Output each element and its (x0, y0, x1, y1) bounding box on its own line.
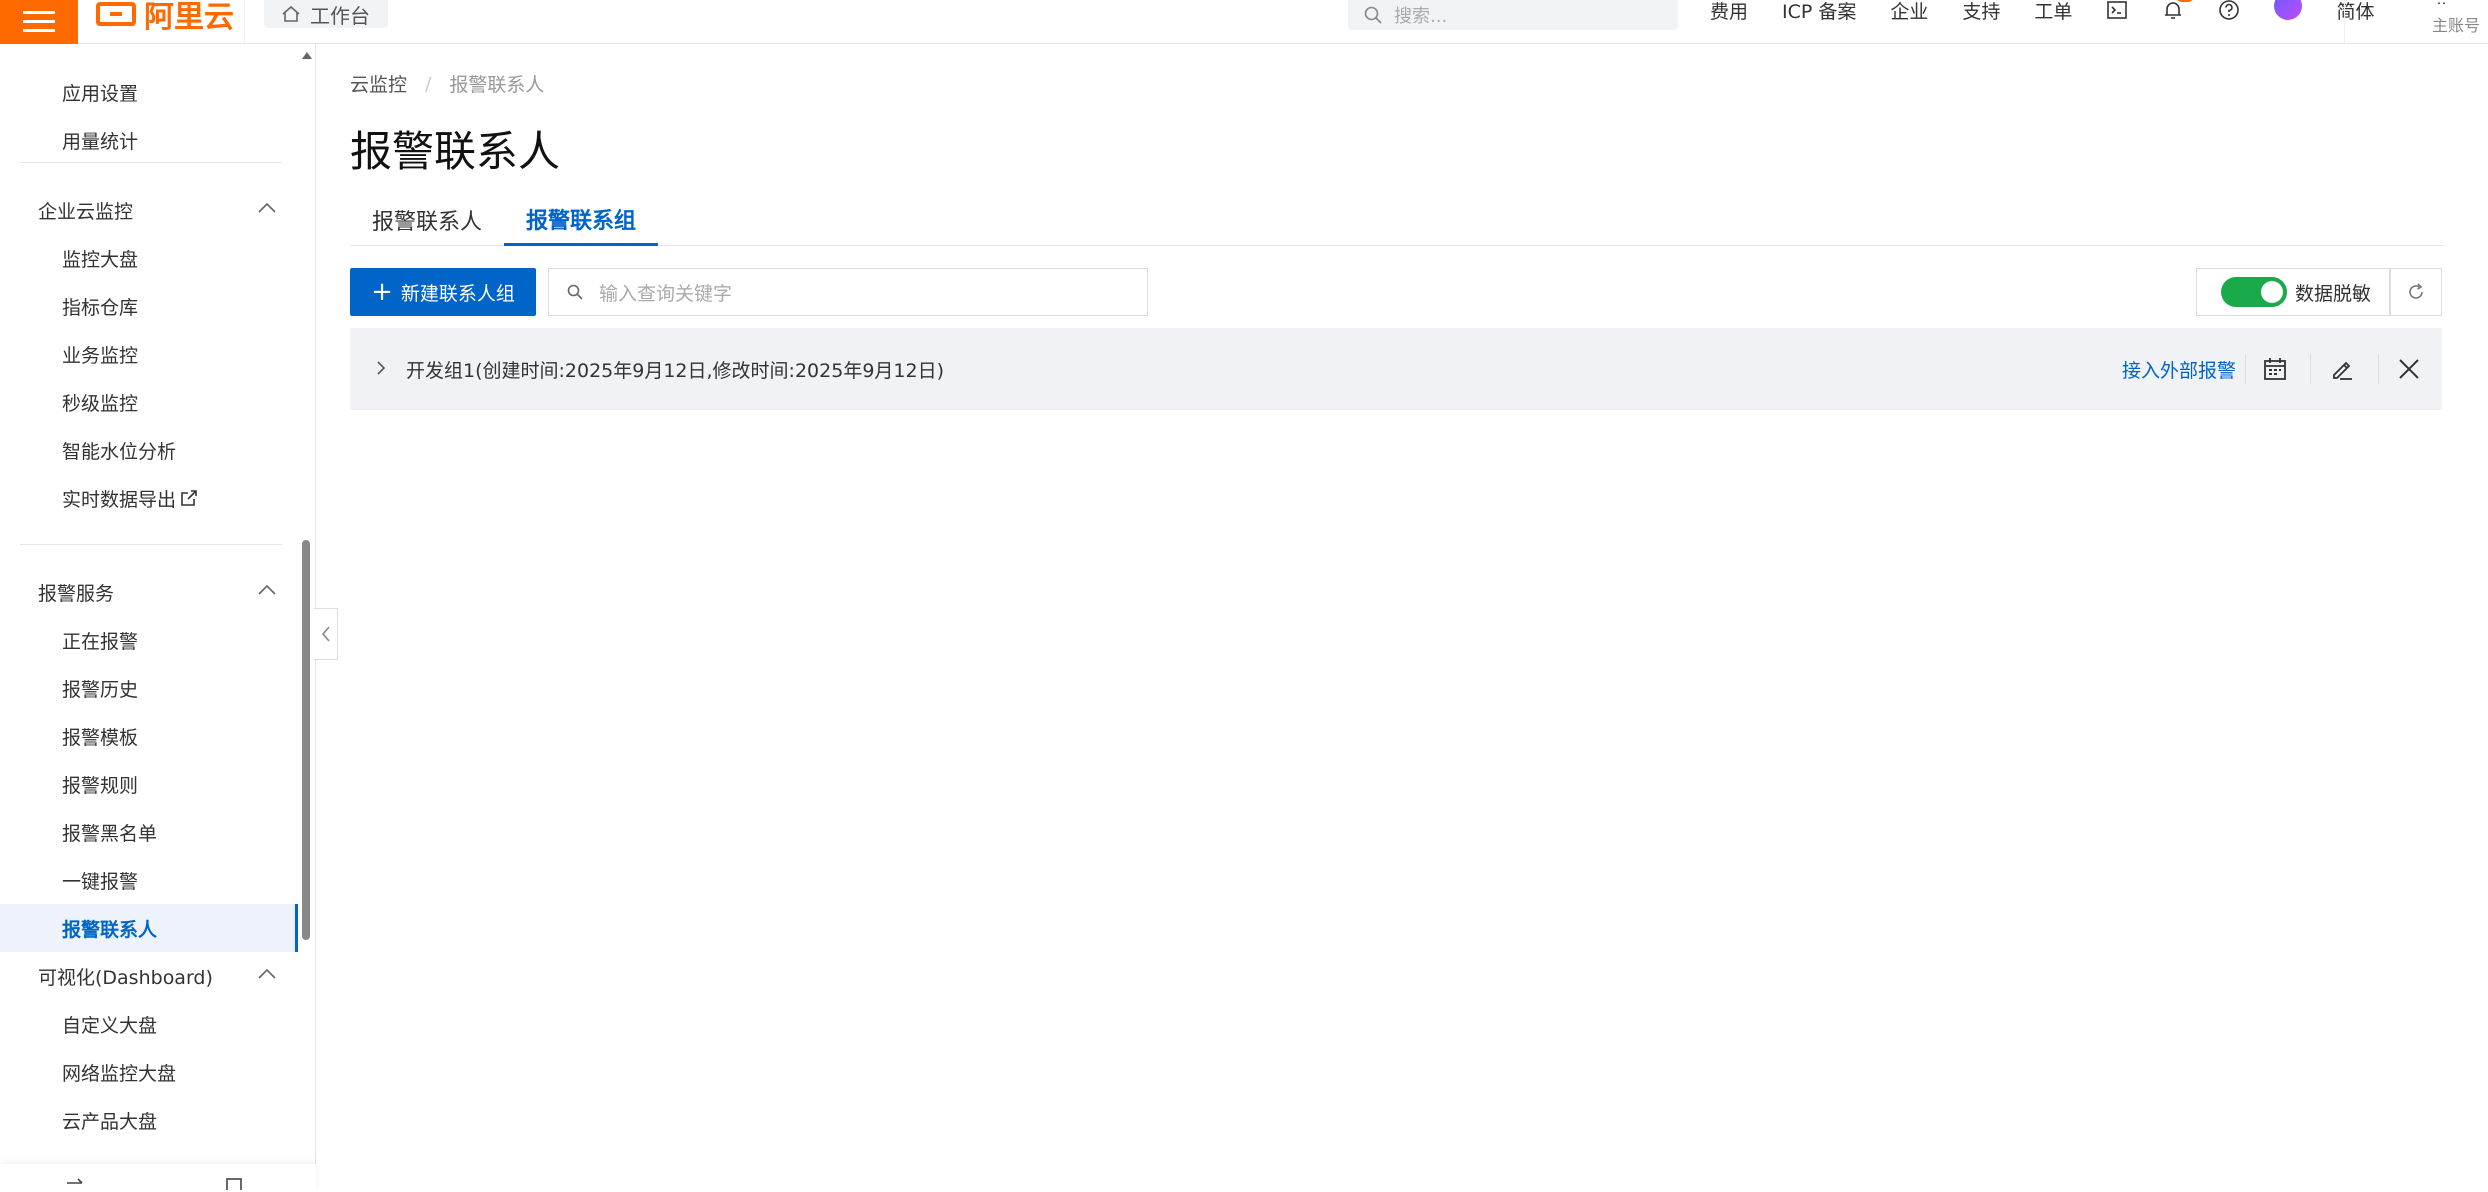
contact-group-title: 开发组1(创建时间:2025年9月12日,修改时间:2025年9月12日) (406, 359, 944, 382)
sidebar-item-second-monitor[interactable]: 秒级监控 (0, 378, 298, 426)
query-placeholder: 输入查询关键字 (599, 282, 733, 305)
sidebar-item-realtime-export[interactable]: 实时数据导出 (0, 474, 298, 522)
calendar-icon[interactable] (2260, 354, 2290, 384)
breadcrumb-separator: / (425, 72, 432, 95)
nav-icp[interactable]: ICP 备案 (1782, 0, 1856, 24)
sidebar-group-alert-service[interactable]: 报警服务 (0, 568, 298, 616)
row-divider (2378, 354, 2379, 384)
sidebar-item-custom-dashboard[interactable]: 自定义大盘 (0, 1000, 298, 1048)
notification-badge (2176, 0, 2195, 2)
sidebar-item-alert-blacklist[interactable]: 报警黑名单 (0, 808, 298, 856)
sidebar-bottom-bar (0, 1164, 316, 1192)
ai-assistant-avatar[interactable] (2274, 0, 2303, 20)
search-icon (1364, 6, 1382, 24)
logo-text: 阿里云 (144, 0, 234, 35)
plus-icon: + (371, 277, 393, 307)
chevron-up-icon (258, 968, 276, 979)
sidebar-group-label: 可视化(Dashboard) (38, 966, 213, 989)
terminal-icon[interactable] (2106, 0, 2128, 20)
sidebar-item-cloud-product-dashboard[interactable]: 云产品大盘 (0, 1096, 298, 1144)
tab-alert-contact-groups[interactable]: 报警联系组 (504, 194, 658, 246)
sidebar-item-metric-warehouse[interactable]: 指标仓库 (0, 282, 298, 330)
account-divider (2344, 0, 2345, 44)
sidebar-group-label: 报警服务 (38, 582, 115, 605)
data-mask-label: 数据脱敏 (2295, 282, 2372, 305)
refresh-icon (2409, 283, 2423, 299)
sidebar-item-alert-templates[interactable]: 报警模板 (0, 712, 298, 760)
sidebar-item-one-click-alert[interactable]: 一键报警 (0, 856, 298, 904)
sidebar-group-label: 企业云监控 (38, 200, 134, 223)
sidebar-item-alert-contacts[interactable]: 报警联系人 (0, 904, 298, 952)
breadcrumb-cloud-monitor[interactable]: 云监控 (350, 70, 407, 97)
breadcrumb: 云监控 / 报警联系人 (350, 70, 544, 97)
home-icon (282, 6, 300, 22)
breadcrumb-current: 报警联系人 (449, 74, 545, 96)
chevron-up-icon (258, 584, 276, 595)
logo-mark-icon (96, 2, 136, 26)
new-contact-group-label: 新建联系人组 (400, 282, 515, 305)
sidebar-item-active-alerts[interactable]: 正在报警 (0, 616, 298, 664)
sidebar-scroll-area: 应用设置 用量统计 企业云监控 监控大盘 指标仓库 业务监控 秒级监控 智能水位… (0, 44, 300, 1164)
arrow-right-icon[interactable] (66, 1178, 84, 1188)
top-bar: 阿里云 工作台 搜索... 费用 ICP 备案 企业 支持 工单 简体 aliy… (0, 0, 2488, 44)
new-contact-group-button[interactable]: + 新建联系人组 (350, 268, 536, 316)
row-divider (2310, 354, 2311, 384)
chevron-right-icon[interactable] (376, 360, 386, 376)
language-switch[interactable]: 简体 (2336, 0, 2374, 24)
sidebar-collapse-button[interactable] (314, 608, 338, 660)
search-icon (567, 284, 583, 300)
sidebar-divider (20, 544, 282, 545)
data-mask-toggle[interactable] (2221, 277, 2287, 307)
workbench-button[interactable]: 工作台 (264, 0, 388, 28)
sidebar-item-network-dashboard[interactable]: 网络监控大盘 (0, 1048, 298, 1096)
sidebar-group-dashboard[interactable]: 可视化(Dashboard) (0, 952, 298, 1000)
connect-external-alert-link[interactable]: 接入外部报警 (2122, 328, 2236, 410)
global-search-input[interactable]: 搜索... (1348, 0, 1678, 30)
logo-divider (244, 0, 245, 44)
sidebar-group-enterprise-monitor[interactable]: 企业云监控 (0, 186, 298, 234)
nav-enterprise[interactable]: 企业 (1890, 0, 1928, 24)
query-input[interactable]: 输入查询关键字 (548, 268, 1148, 316)
sidebar-item-monitor-dashboard[interactable]: 监控大盘 (0, 234, 298, 282)
refresh-button[interactable] (2390, 268, 2442, 316)
account-menu[interactable]: aliyun 主账号 (2425, 0, 2480, 36)
nav-support[interactable]: 支持 (1962, 0, 2000, 24)
sidebar-item-water-level[interactable]: 智能水位分析 (0, 426, 298, 474)
tab-bar: 报警联系人 报警联系组 (350, 194, 2444, 246)
data-mask-control: 数据脱敏 (2196, 268, 2390, 316)
chevron-left-icon (321, 626, 330, 642)
sidebar-item-label: 实时数据导出 (62, 488, 177, 511)
sidebar-scrollbar[interactable] (302, 540, 310, 940)
search-placeholder: 搜索... (1394, 6, 1448, 27)
hamburger-menu-button[interactable] (0, 0, 78, 44)
tab-alert-contacts[interactable]: 报警联系人 (350, 194, 504, 246)
sidebar-item-usage-stats[interactable]: 用量统计 (0, 116, 298, 164)
sidebar-item-business-monitor[interactable]: 业务监控 (0, 330, 298, 378)
contact-group-row[interactable]: 开发组1(创建时间:2025年9月12日,修改时间:2025年9月12日) 接入… (350, 328, 2442, 410)
row-divider (2245, 354, 2246, 384)
account-name: aliyun (2425, 0, 2480, 4)
help-icon[interactable] (2218, 0, 2240, 20)
scroll-up-arrow[interactable] (302, 52, 312, 59)
sidebar-divider (20, 162, 282, 163)
nav-fees[interactable]: 费用 (1710, 0, 1748, 24)
nav-ticket[interactable]: 工单 (2034, 0, 2072, 24)
sidebar-item-alert-history[interactable]: 报警历史 (0, 664, 298, 712)
top-nav: 费用 ICP 备案 企业 支持 工单 简体 (1710, 0, 2408, 23)
edit-icon[interactable] (2327, 354, 2357, 384)
sidebar-item-alert-rules[interactable]: 报警规则 (0, 760, 298, 808)
sidebar: 应用设置 用量统计 企业云监控 监控大盘 指标仓库 业务监控 秒级监控 智能水位… (0, 44, 316, 1192)
bell-icon[interactable] (2162, 0, 2195, 20)
workbench-label: 工作台 (310, 3, 370, 28)
menu-icon (23, 11, 55, 32)
page-title: 报警联系人 (350, 127, 561, 176)
aliyun-logo[interactable]: 阿里云 (96, 0, 234, 35)
document-icon[interactable] (226, 1178, 242, 1190)
chevron-up-icon (258, 202, 276, 213)
account-type: 主账号 (2431, 16, 2480, 35)
sidebar-item-app-settings[interactable]: 应用设置 (0, 68, 298, 116)
close-icon[interactable] (2394, 354, 2424, 384)
external-link-icon (181, 490, 197, 506)
